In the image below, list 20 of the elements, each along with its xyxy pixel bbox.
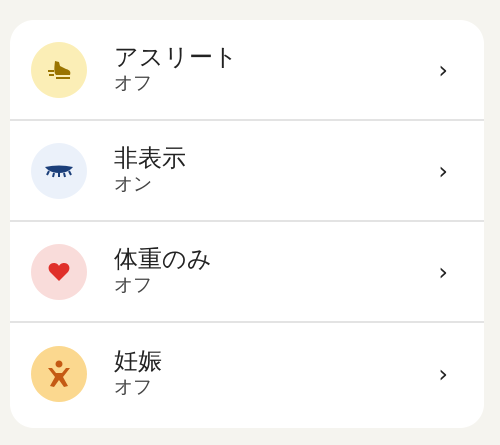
- row-title: 非表示: [114, 145, 187, 173]
- row-value: オフ: [114, 72, 153, 95]
- closed-eye-icon: [44, 164, 74, 178]
- row-title: アスリート: [114, 44, 239, 72]
- row-title: 体重のみ: [114, 246, 213, 274]
- sneaker-icon: [46, 58, 72, 80]
- chevron-icon: ›: [438, 58, 448, 82]
- row-value: オフ: [114, 274, 153, 297]
- chevron-icon: ›: [438, 158, 448, 182]
- row-title: 妊娠: [114, 348, 163, 376]
- heart-icon: [48, 262, 70, 282]
- settings-row[interactable]: 非表示 オン ›: [10, 121, 484, 222]
- row-value: オフ: [114, 376, 153, 399]
- settings-row[interactable]: 妊娠 オフ ›: [10, 323, 484, 424]
- row-value: オン: [114, 172, 153, 196]
- settings-row[interactable]: アスリート オフ ›: [10, 20, 484, 121]
- chevron-icon: ›: [438, 362, 448, 386]
- figure-icon: [46, 360, 72, 388]
- settings-row[interactable]: 体重のみ オフ ›: [10, 222, 484, 323]
- chevron-icon: ›: [438, 260, 448, 284]
